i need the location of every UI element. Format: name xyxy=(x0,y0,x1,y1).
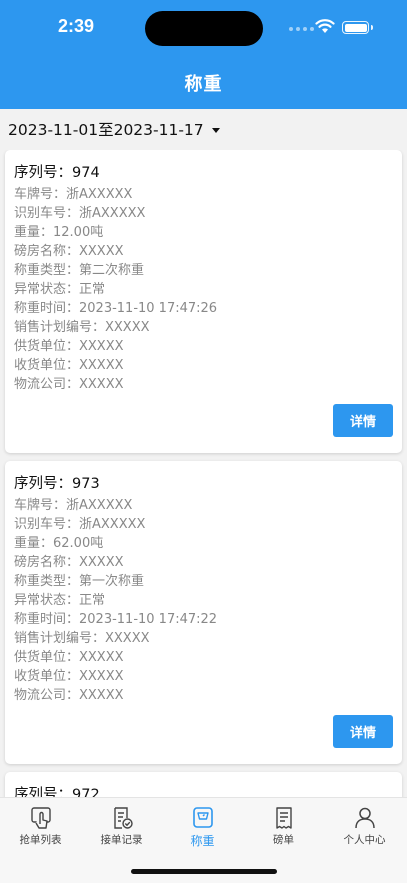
field-logistics-company: 物流公司：XXXXX xyxy=(14,688,124,703)
home-indicator xyxy=(131,869,277,874)
tab-label: 抢单列表 xyxy=(19,834,62,846)
field-receiver: 收货单位：XXXXX xyxy=(14,358,124,373)
tab-label: 称重 xyxy=(190,834,215,848)
field-weigh-time: 称重时间：2023-11-10 17:47:22 xyxy=(14,612,218,627)
record-card: 序列号：973 车牌号：浙AXXXXX 识别车号：浙AXXXXX 重量：62.0… xyxy=(5,461,402,764)
field-plate-number: 车牌号：浙AXXXXX xyxy=(14,498,133,513)
field-supplier: 供货单位：XXXXX xyxy=(14,339,124,354)
field-weigh-time: 称重时间：2023-11-10 17:47:26 xyxy=(14,301,218,316)
field-recognized-plate: 识别车号：浙AXXXXX xyxy=(14,517,146,532)
scale-icon xyxy=(192,807,213,828)
record-card: 序列号：974 车牌号：浙AXXXXX 识别车号：浙AXXXXX 重量：12.0… xyxy=(5,150,402,453)
dynamic-island xyxy=(145,11,263,46)
status-time: 2:39 xyxy=(58,16,95,36)
record-serial: 序列号：974 xyxy=(14,165,100,181)
field-logistics-company: 物流公司：XXXXX xyxy=(14,377,124,392)
tab-weigh-ticket[interactable]: 磅单 xyxy=(243,806,324,848)
record-serial: 序列号：973 xyxy=(14,476,100,492)
wifi-icon xyxy=(315,19,335,33)
detail-button[interactable]: 详情 xyxy=(333,715,393,748)
tab-label: 接单记录 xyxy=(100,834,143,846)
receipt-icon xyxy=(275,807,292,829)
tab-profile[interactable]: 个人中心 xyxy=(324,806,405,848)
weighing-record-list[interactable]: 序列号：974 车牌号：浙AXXXXX 识别车号：浙AXXXXX 重量：12.0… xyxy=(0,150,407,797)
field-exception-status: 异常状态：正常 xyxy=(14,593,106,608)
field-recognized-plate: 识别车号：浙AXXXXX xyxy=(14,206,146,221)
field-receiver: 收货单位：XXXXX xyxy=(14,669,124,684)
field-weigh-type: 称重类型：第一次称重 xyxy=(14,574,145,589)
field-weight: 重量：62.00吨 xyxy=(14,536,104,551)
status-bar: 2:39 xyxy=(0,0,407,56)
person-icon xyxy=(354,807,375,829)
field-sales-plan-no: 销售计划编号：XXXXX xyxy=(14,631,150,646)
field-sales-plan-no: 销售计划编号：XXXXX xyxy=(14,320,150,335)
cellular-signal-icon xyxy=(289,27,314,31)
hand-pointer-icon xyxy=(30,807,51,829)
document-check-icon xyxy=(113,807,133,829)
tab-grab-orders[interactable]: 抢单列表 xyxy=(0,806,81,848)
page-title: 称重 xyxy=(184,74,223,95)
field-exception-status: 异常状态：正常 xyxy=(14,282,106,297)
date-range-label: 2023-11-01至2023-11-17 xyxy=(8,121,204,139)
record-card: 序列号：972 xyxy=(5,772,402,797)
record-serial: 序列号：972 xyxy=(14,787,100,797)
tab-weighing[interactable]: 称重 xyxy=(162,806,243,848)
tab-label: 磅单 xyxy=(273,834,294,846)
field-scale-house: 磅房名称：XXXXX xyxy=(14,555,124,570)
field-scale-house: 磅房名称：XXXXX xyxy=(14,244,124,259)
field-supplier: 供货单位：XXXXX xyxy=(14,650,124,665)
tab-label: 个人中心 xyxy=(343,834,386,846)
caret-down-icon xyxy=(211,127,220,133)
detail-button[interactable]: 详情 xyxy=(333,404,393,437)
field-weight: 重量：12.00吨 xyxy=(14,225,104,240)
field-plate-number: 车牌号：浙AXXXXX xyxy=(14,187,133,202)
date-range-filter[interactable]: 2023-11-01至2023-11-17 xyxy=(8,118,220,140)
battery-icon xyxy=(342,21,373,34)
field-weigh-type: 称重类型：第二次称重 xyxy=(14,263,145,278)
tab-order-records[interactable]: 接单记录 xyxy=(81,806,162,848)
app-header: 2:39 称重 xyxy=(0,0,407,109)
